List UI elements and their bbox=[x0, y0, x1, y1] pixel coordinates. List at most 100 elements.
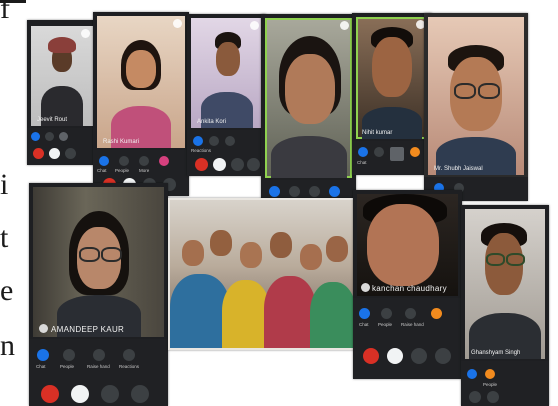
video-tile[interactable]: Ghanshyam Singh bbox=[465, 209, 545, 359]
hang-up-icon[interactable] bbox=[33, 148, 44, 159]
video-tile[interactable]: AMANDEEP KAUR bbox=[33, 187, 164, 337]
people-icon[interactable] bbox=[119, 156, 129, 166]
chat-icon[interactable] bbox=[37, 349, 49, 361]
reactions-icon[interactable] bbox=[431, 308, 442, 319]
chat-icon[interactable] bbox=[467, 369, 477, 379]
student bbox=[210, 230, 232, 256]
slide-text-fragment: n bbox=[0, 329, 15, 362]
participant-glasses bbox=[486, 253, 505, 266]
reactions-icon[interactable] bbox=[159, 156, 169, 166]
raise-hand-icon[interactable] bbox=[139, 156, 149, 166]
people-icon[interactable] bbox=[63, 349, 75, 361]
slide-text-fragment: t bbox=[0, 221, 9, 254]
meeting-window: Rashi Kumari Chat People More bbox=[93, 12, 189, 196]
video-tile[interactable]: Mr. Shubh Jaiswal bbox=[428, 17, 524, 175]
people-icon[interactable] bbox=[45, 132, 54, 141]
toolbar-label: People bbox=[378, 322, 393, 327]
participant-face bbox=[216, 42, 240, 76]
participant-body bbox=[271, 136, 347, 178]
reactions-icon[interactable] bbox=[485, 369, 495, 379]
participant-glasses bbox=[79, 247, 100, 262]
chat-icon[interactable] bbox=[359, 308, 370, 319]
toolbar-label: People bbox=[60, 364, 75, 369]
raise-hand-icon[interactable] bbox=[390, 147, 404, 161]
raise-hand-icon[interactable] bbox=[225, 136, 235, 146]
chat-icon[interactable] bbox=[193, 136, 203, 146]
mic-icon[interactable] bbox=[469, 391, 481, 403]
participant-glasses bbox=[478, 83, 500, 99]
video-tile[interactable] bbox=[265, 18, 352, 178]
reactions-icon[interactable] bbox=[329, 186, 340, 197]
meeting-window: Ghanshyam Singh People bbox=[461, 205, 549, 406]
chat-icon[interactable] bbox=[31, 132, 40, 141]
toolbar-label: Chat bbox=[97, 168, 107, 173]
camera-icon[interactable] bbox=[487, 391, 499, 403]
participant-name: kanchan chaudhary bbox=[372, 284, 447, 293]
more-icon[interactable] bbox=[59, 132, 68, 141]
mic-icon[interactable] bbox=[231, 158, 244, 171]
participant-face bbox=[372, 37, 412, 97]
toolbar-label: Chat bbox=[357, 160, 367, 165]
hang-up-icon[interactable] bbox=[195, 158, 208, 171]
camera-icon[interactable] bbox=[387, 348, 403, 364]
students-row bbox=[310, 282, 356, 348]
more-icon[interactable] bbox=[435, 348, 451, 364]
reactions-icon[interactable] bbox=[410, 147, 420, 157]
student bbox=[182, 240, 204, 266]
video-tile[interactable]: Ankita Kori bbox=[191, 18, 262, 128]
more-icon[interactable] bbox=[123, 349, 135, 361]
people-icon[interactable] bbox=[381, 308, 392, 319]
meeting-window: Mr. Shubh Jaiswal bbox=[424, 13, 528, 201]
pin-icon[interactable] bbox=[340, 21, 349, 30]
mic-icon[interactable] bbox=[101, 385, 119, 403]
hang-up-icon[interactable] bbox=[41, 385, 59, 403]
mic-icon bbox=[39, 324, 48, 333]
people-icon[interactable] bbox=[209, 136, 219, 146]
pin-icon[interactable] bbox=[250, 21, 259, 30]
pin-icon[interactable] bbox=[173, 19, 182, 28]
video-tile[interactable] bbox=[170, 200, 356, 348]
participant-face bbox=[285, 54, 335, 124]
student bbox=[240, 242, 262, 268]
video-tile[interactable]: Rashi Kumari bbox=[97, 16, 185, 148]
toolbar-label: Raise hand bbox=[87, 364, 110, 369]
participant-face bbox=[126, 50, 156, 88]
video-tile[interactable]: Nihit kumar bbox=[356, 17, 428, 139]
video-tile[interactable]: Jeevit Rout bbox=[31, 26, 93, 126]
student bbox=[270, 232, 292, 258]
mic-icon[interactable] bbox=[65, 148, 76, 159]
raise-hand-icon[interactable] bbox=[309, 186, 320, 197]
participant-name: Jeevit Rout bbox=[37, 117, 68, 123]
meeting-window: Jeevit Rout bbox=[27, 20, 97, 165]
participant-hat bbox=[48, 37, 76, 53]
camera-icon[interactable] bbox=[71, 385, 89, 403]
people-icon[interactable] bbox=[374, 147, 384, 157]
video-tile[interactable]: kanchan chaudhary bbox=[357, 194, 458, 296]
slide-text-fragment: f bbox=[0, 0, 10, 25]
participant-name: AMANDEEP KAUR bbox=[51, 325, 125, 334]
students-row bbox=[170, 274, 230, 348]
mic-icon bbox=[361, 283, 370, 292]
pin-icon[interactable] bbox=[81, 29, 90, 38]
raise-hand-icon[interactable] bbox=[405, 308, 416, 319]
camera-icon[interactable] bbox=[49, 148, 60, 159]
toolbar-label: People bbox=[115, 168, 130, 173]
chat-icon[interactable] bbox=[99, 156, 109, 166]
chat-icon[interactable] bbox=[269, 186, 280, 197]
chat-icon[interactable] bbox=[358, 147, 368, 157]
share-icon[interactable] bbox=[131, 385, 149, 403]
participant-name: Rashi Kumari bbox=[103, 139, 140, 145]
raise-hand-icon[interactable] bbox=[93, 349, 105, 361]
meeting-window bbox=[168, 198, 358, 350]
hang-up-icon[interactable] bbox=[363, 348, 379, 364]
participant-glasses bbox=[454, 83, 476, 99]
meeting-toolbar: People bbox=[461, 361, 549, 406]
camera-icon[interactable] bbox=[213, 158, 226, 171]
toolbar-label: Reactions bbox=[191, 148, 212, 153]
meeting-window: AMANDEEP KAUR Chat People Raise hand Rea… bbox=[29, 183, 168, 406]
mic-icon[interactable] bbox=[411, 348, 427, 364]
meeting-toolbar: Chat People Raise hand Reactions bbox=[29, 339, 168, 406]
more-icon[interactable] bbox=[247, 158, 260, 171]
participant-name: Nihit kumar bbox=[362, 130, 393, 136]
people-icon[interactable] bbox=[289, 186, 300, 197]
